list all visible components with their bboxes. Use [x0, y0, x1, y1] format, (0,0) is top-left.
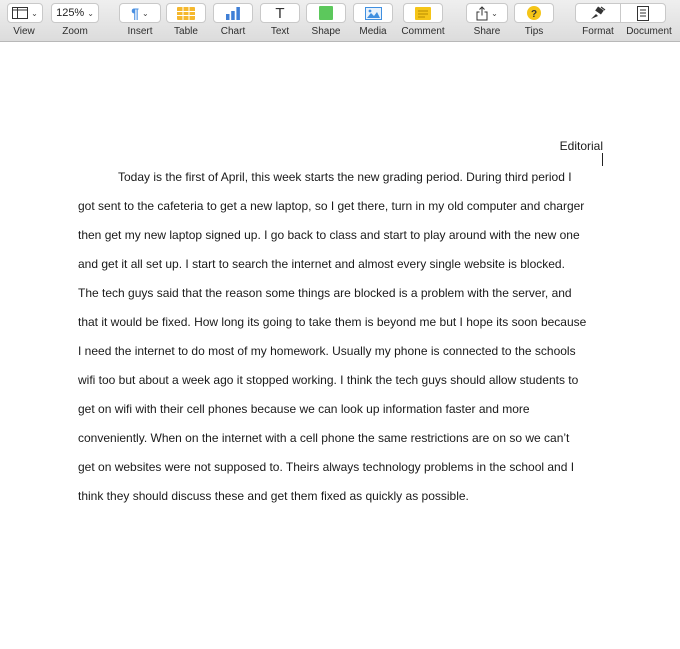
share-button[interactable]: ⌄: [466, 3, 508, 23]
tips-button[interactable]: ?: [514, 3, 554, 23]
chart-control[interactable]: Chart: [213, 0, 253, 41]
zoom-select[interactable]: 125% ⌄: [51, 3, 99, 23]
media-button[interactable]: [353, 3, 393, 23]
body-line: got sent to the cafeteria to get a new l…: [78, 199, 585, 213]
share-control[interactable]: ⌄ Share: [466, 0, 508, 41]
body-line: think they should discuss these and get …: [78, 489, 469, 503]
document-icon: [637, 5, 649, 21]
format-control[interactable]: Format: [574, 0, 622, 41]
chart-label: Chart: [220, 26, 246, 37]
view-control[interactable]: ⌄ View: [3, 0, 45, 41]
table-icon: [177, 6, 195, 20]
body-line: The tech guys said that the reason some …: [78, 286, 572, 300]
format-label: Format: [582, 26, 614, 37]
zoom-value: 125%: [56, 7, 85, 19]
chevron-down-icon: ⌄: [491, 8, 498, 18]
toolbar: ⌄ View 125% ⌄ Zoom ¶ ⌄ Insert Table Char…: [0, 0, 680, 42]
body-line: and get it all set up. I start to search…: [78, 257, 565, 271]
zoom-control[interactable]: 125% ⌄ Zoom: [51, 0, 99, 41]
bar-chart-icon: [226, 6, 240, 20]
image-icon: [364, 6, 382, 20]
document-canvas[interactable]: Editorial Today is the first of April, t…: [0, 42, 680, 649]
body-line: get on wifi with their cell phones becau…: [78, 402, 530, 416]
shape-label: Shape: [311, 26, 341, 37]
share-icon: [476, 5, 488, 20]
comment-icon: [415, 6, 431, 20]
document-control[interactable]: Document: [620, 0, 676, 41]
text-button[interactable]: T: [260, 3, 300, 23]
chevron-down-icon: ⌄: [142, 8, 149, 18]
shape-button[interactable]: [306, 3, 346, 23]
shape-control[interactable]: Shape: [306, 0, 346, 41]
chevron-down-icon: ⌄: [87, 8, 94, 18]
table-label: Table: [174, 26, 198, 37]
body-line: then get my new laptop signed up. I go b…: [78, 228, 580, 242]
media-control[interactable]: Media: [353, 0, 393, 41]
view-button[interactable]: ⌄: [7, 3, 43, 23]
body-line: wifi too but about a week ago it stopped…: [78, 373, 579, 387]
tips-control[interactable]: ? Tips: [514, 0, 554, 41]
media-label: Media: [359, 26, 387, 37]
format-button[interactable]: [575, 3, 621, 23]
header-text[interactable]: Editorial: [540, 139, 603, 153]
body-text[interactable]: Today is the first of April, this week s…: [78, 163, 604, 511]
body-line: Today is the first of April, this week s…: [118, 170, 572, 184]
body-line: get on websites were not supposed to. Th…: [78, 460, 575, 474]
document-button[interactable]: [620, 3, 666, 23]
chevron-down-icon: ⌄: [31, 8, 38, 18]
zoom-label: Zoom: [62, 26, 88, 37]
tips-label: Tips: [524, 26, 544, 37]
paragraph-icon: ¶: [131, 5, 140, 21]
comment-control[interactable]: Comment: [399, 0, 447, 41]
body-line: I need the internet to do most of my hom…: [78, 344, 576, 358]
insert-control[interactable]: ¶ ⌄ Insert: [119, 0, 161, 41]
body-line: that it would be fixed. How long its goi…: [78, 315, 587, 329]
insert-label: Insert: [127, 26, 153, 37]
view-label: View: [13, 26, 35, 37]
text-control[interactable]: T Text: [260, 0, 300, 41]
table-button[interactable]: [166, 3, 206, 23]
text-label: Text: [270, 26, 290, 37]
document-label: Document: [626, 26, 672, 37]
share-label: Share: [473, 26, 501, 37]
question-icon: ?: [527, 6, 541, 20]
svg-text:?: ?: [531, 9, 537, 20]
paintbrush-icon: [591, 6, 606, 19]
comment-button[interactable]: [403, 3, 443, 23]
shape-icon: [319, 6, 333, 20]
table-control[interactable]: Table: [166, 0, 206, 41]
body-line: conveniently. When on the internet with …: [78, 431, 570, 445]
text-icon: T: [275, 4, 285, 22]
insert-button[interactable]: ¶ ⌄: [119, 3, 161, 23]
comment-label: Comment: [401, 26, 445, 37]
sidebar-view-icon: [12, 7, 29, 19]
chart-button[interactable]: [213, 3, 253, 23]
